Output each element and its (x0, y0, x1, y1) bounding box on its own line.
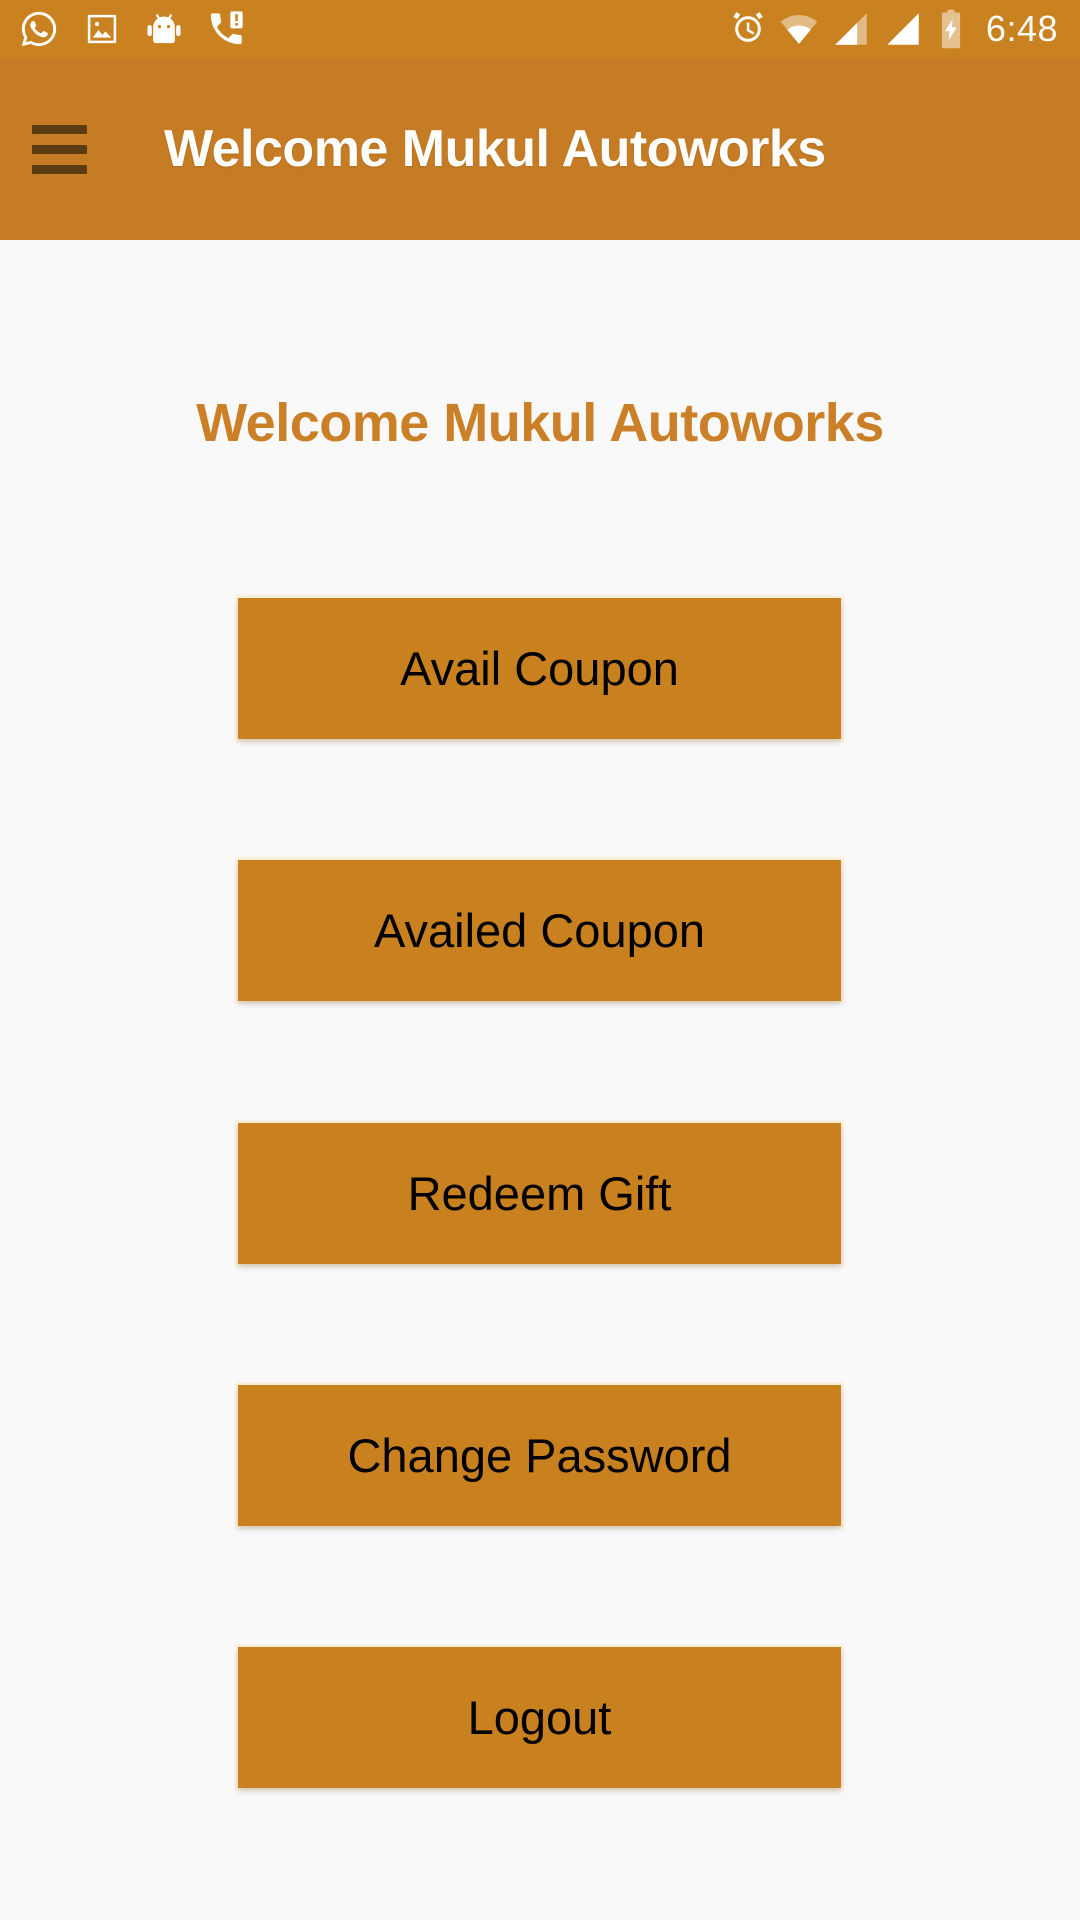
redeem-gift-button[interactable]: Redeem Gift (238, 1123, 841, 1264)
status-bar-notification-icons (18, 8, 246, 50)
alarm-clock-icon (728, 9, 768, 49)
signal-sim2-icon (882, 8, 924, 50)
availed-coupon-button[interactable]: Availed Coupon (238, 860, 841, 1001)
main-content: Welcome Mukul Autoworks Avail Coupon Ava… (0, 240, 1080, 1920)
status-bar-system-icons: 6:48 (728, 8, 1058, 50)
status-bar-clock: 6:48 (985, 8, 1058, 49)
status-bar: 6:48 (0, 0, 1080, 58)
avail-coupon-button[interactable]: Avail Coupon (238, 598, 841, 739)
battery-charging-icon (934, 8, 968, 50)
signal-sim1-icon (830, 8, 872, 50)
hamburger-bar-2 (32, 144, 87, 154)
whatsapp-icon (18, 8, 60, 50)
logout-button[interactable]: Logout (238, 1647, 841, 1788)
missed-call-icon (206, 9, 246, 49)
hamburger-menu-icon[interactable] (32, 124, 142, 174)
image-gallery-icon (82, 9, 122, 49)
wifi-icon (778, 8, 820, 50)
android-system-icon (144, 9, 184, 49)
app-bar-title: Welcome Mukul Autoworks (164, 120, 826, 178)
hamburger-bar-3 (32, 164, 87, 174)
page-title: Welcome Mukul Autoworks (196, 393, 884, 453)
hamburger-bar-1 (32, 124, 87, 134)
change-password-button[interactable]: Change Password (238, 1385, 841, 1526)
app-screen: 6:48 Welcome Mukul Autoworks Welcome Muk… (0, 0, 1080, 1920)
app-bar: Welcome Mukul Autoworks (0, 58, 1080, 240)
